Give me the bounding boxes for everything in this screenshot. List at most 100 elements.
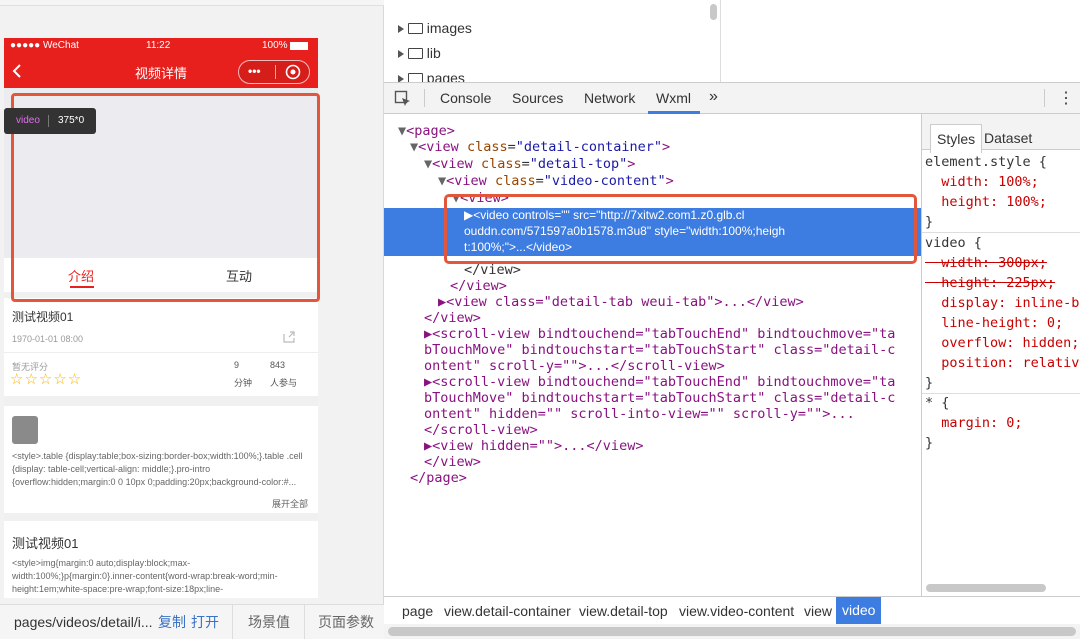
divider — [304, 605, 305, 639]
author-avatar — [12, 416, 38, 444]
tab-dataset[interactable]: Dataset — [984, 128, 1032, 148]
page-params-button[interactable]: 页面参数 — [318, 605, 374, 639]
wxml-node-scroll-view-cont: bTouchMove" bindtouchstart="tabTouchStar… — [424, 390, 896, 406]
duration-unit: 分钟 — [234, 378, 253, 388]
wxml-node-scroll-view-cont: bTouchMove" bindtouchstart="tabTouchStar… — [424, 342, 896, 358]
style-prop: display: inline-b — [925, 295, 1080, 311]
tree-item-label: images — [426, 20, 472, 36]
wxml-node-scroll-view[interactable]: ▶<scroll-view bindtouchend="tabTouchEnd"… — [424, 374, 895, 390]
tree-item-lib[interactable]: lib — [398, 45, 441, 61]
participants-unit: 人参与 — [270, 378, 298, 388]
style-selector: * { — [925, 395, 950, 411]
expand-arrow-icon[interactable] — [398, 25, 404, 33]
intro-card: <style>.table {display:table;box-sizing:… — [4, 406, 318, 513]
tree-item-label: pages — [426, 70, 465, 82]
wxml-node-scroll-view[interactable]: ▶<scroll-view bindtouchend="tabTouchEnd"… — [424, 326, 895, 342]
scene-button[interactable]: 场景值 — [248, 605, 290, 639]
expand-arrow-icon[interactable] — [398, 50, 404, 58]
simulator-panel: ●●●●● WeChat 11:22 100% 视频详情 ••• 介绍 互动 测… — [0, 0, 384, 639]
toolbar-divider — [424, 89, 425, 107]
tree-item-pages[interactable]: pages — [398, 70, 465, 82]
scrollbar-thumb[interactable] — [388, 627, 1076, 636]
simulator-bottom-bar: pages/videos/detail/i... 复制 打开 场景值 页面参数 — [0, 604, 384, 639]
content-card: 测试视频01 <style>img{margin:0 auto;display:… — [4, 521, 318, 598]
breadcrumb-item-active[interactable]: video — [836, 597, 882, 624]
page-path: pages/videos/detail/i... — [14, 614, 153, 630]
intro-text: <style>.table {display:table;box-sizing:… — [12, 451, 303, 487]
tab-styles[interactable]: Styles — [930, 124, 983, 153]
style-prop: margin: 0; — [925, 415, 1023, 431]
folder-icon — [407, 23, 423, 34]
simulator-top-strip — [0, 0, 384, 6]
devtools-toolbar: Console Sources Network Wxml » ⋮ — [384, 82, 1080, 114]
more-tabs-icon[interactable]: » — [709, 88, 718, 106]
wxml-node-scroll-view-cont: ontent" hidden="" scroll-into-view="" sc… — [424, 406, 855, 422]
video-title: 测试视频01 — [12, 310, 74, 324]
wxml-tree: ▼<page> ▼<view class="detail-container">… — [384, 114, 921, 596]
selection-highlight — [444, 194, 917, 264]
styles-scrollbar[interactable] — [926, 584, 1046, 592]
expand-arrow-icon[interactable] — [398, 75, 404, 82]
battery-icon — [290, 42, 308, 50]
style-prop: height: 100%; — [925, 194, 1047, 210]
wxml-node-detail-top[interactable]: ▼<view class="detail-top"> — [424, 156, 635, 172]
style-prop: line-height: 0; — [925, 315, 1064, 331]
element-tooltip: video 375*0 — [4, 108, 96, 134]
divider — [4, 352, 318, 353]
expand-all-link[interactable]: 展开全部 — [272, 497, 308, 510]
status-bar: ●●●●● WeChat 11:22 100% — [4, 38, 318, 54]
style-prop-overridden: width: 300px; — [925, 255, 1047, 271]
tab-console[interactable]: Console — [440, 90, 491, 106]
folder-icon — [407, 48, 423, 59]
tab-sources[interactable]: Sources — [512, 90, 563, 106]
open-link[interactable]: 打开 — [191, 605, 219, 639]
wxml-node-detail-container[interactable]: ▼<view class="detail-container"> — [410, 139, 670, 155]
capsule-divider — [275, 65, 276, 79]
copy-link[interactable]: 复制 — [158, 605, 186, 639]
horizontal-scrollbar[interactable] — [384, 624, 1080, 639]
close-mini-program-icon[interactable] — [285, 64, 301, 80]
toolbar-divider — [1044, 89, 1045, 107]
wxml-close-view: </view> — [464, 262, 521, 278]
breadcrumb-item[interactable]: view.video-content — [679, 603, 794, 619]
wxml-close-view: </view> — [450, 278, 507, 294]
tab-wxml[interactable]: Wxml — [656, 90, 691, 106]
tab-network[interactable]: Network — [584, 90, 635, 106]
style-brace: } — [925, 214, 934, 230]
divider — [232, 605, 233, 639]
participants-value: 843 — [270, 360, 286, 370]
wxml-close-view: </view> — [424, 310, 481, 326]
share-icon[interactable] — [282, 330, 296, 344]
more-icon[interactable]: ••• — [248, 64, 261, 78]
style-brace: } — [925, 375, 934, 391]
breadcrumb-item[interactable]: view.detail-top — [579, 603, 668, 619]
style-selector: video { — [925, 235, 982, 251]
style-prop-overridden: height: 225px; — [925, 275, 1056, 291]
menu-icon[interactable]: ⋮ — [1058, 88, 1074, 108]
carrier: ●●●●● WeChat — [10, 40, 79, 51]
wxml-node-detail-tab[interactable]: ▶<view class="detail-tab weui-tab">...</… — [438, 294, 804, 310]
breadcrumb-item[interactable]: page — [402, 603, 433, 619]
capsule-menu[interactable]: ••• — [238, 60, 310, 84]
tree-scrollbar[interactable] — [710, 4, 717, 20]
wxml-node-video-content[interactable]: ▼<view class="video-content"> — [438, 173, 674, 189]
tooltip-divider — [48, 115, 49, 127]
folder-icon — [407, 73, 423, 82]
video-info-card: 测试视频01 1970-01-01 08:00 暂无评分 ☆☆☆☆☆ 9 分钟 … — [4, 298, 318, 396]
breadcrumb-item[interactable]: view.detail-container — [444, 603, 571, 619]
clock: 11:22 — [146, 40, 171, 51]
wxml-node-hidden-view[interactable]: ▶<view hidden="">...</view> — [424, 438, 643, 454]
rating-stars: ☆☆☆☆☆ — [10, 371, 83, 388]
breadcrumb-item[interactable]: view — [804, 603, 832, 619]
styles-tabbar: Styles Dataset — [922, 114, 1080, 153]
wxml-close-page: </page> — [410, 470, 467, 486]
file-tree: images lib pages — [384, 0, 720, 82]
wxml-node-scroll-view-cont: ontent" scroll-y="">...</scroll-view> — [424, 358, 725, 374]
tooltip-size: 375*0 — [58, 115, 85, 126]
editor-panel — [720, 0, 1080, 82]
style-prop: position: relativ — [925, 355, 1080, 371]
tree-item-images[interactable]: images — [398, 20, 472, 36]
styles-pane: Styles Dataset element.style { width: 10… — [921, 114, 1080, 596]
wxml-node-page[interactable]: ▼<page> — [398, 123, 455, 139]
inspect-element-icon[interactable] — [394, 90, 412, 108]
